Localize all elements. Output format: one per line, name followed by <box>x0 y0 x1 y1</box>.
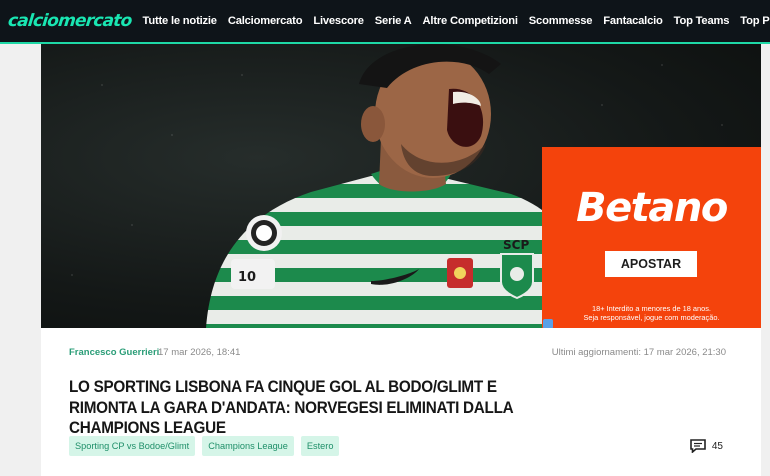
site-logo[interactable]: calciomercato <box>7 11 133 31</box>
ad-disclaimer-line-1: 18+ Interdito a menores de 18 anos. <box>592 304 711 313</box>
comment-count: 45 <box>711 440 723 452</box>
article-updated: Ultimi aggiornamenti: 17 mar 2026, 21:30 <box>551 347 726 358</box>
nav-item-scommesse[interactable]: Scommesse <box>529 15 593 27</box>
nav-item-tutte-le-notizie[interactable]: Tutte le notizie <box>143 15 217 27</box>
comments-link[interactable]: 45 <box>690 439 723 453</box>
sleeve-number: 10 <box>238 270 256 285</box>
nav-item-fantacalcio[interactable]: Fantacalcio <box>603 15 663 27</box>
main-nav: Tutte le notizie Calciomercato Livescore… <box>143 15 770 27</box>
tag-champions-league[interactable]: Champions League <box>202 436 294 456</box>
betano-ad[interactable]: Betano APOSTAR 18+ Interdito a menores d… <box>542 147 761 329</box>
nav-item-top-players[interactable]: Top Players <box>740 15 770 27</box>
comment-icon <box>690 439 706 453</box>
nav-item-serie-a[interactable]: Serie A <box>375 15 412 27</box>
nav-item-livescore[interactable]: Livescore <box>313 15 364 27</box>
article-tags: Sporting CP vs Bodoe/Glimt Champions Lea… <box>69 436 346 456</box>
article-date: 17 mar 2026, 18:41 <box>158 347 241 358</box>
tag-estero[interactable]: Estero <box>300 436 340 456</box>
top-navbar: calciomercato Tutte le notizie Calciomer… <box>0 0 770 44</box>
jersey-text: SCP <box>503 238 529 252</box>
nav-item-top-teams[interactable]: Top Teams <box>674 15 730 27</box>
nav-item-calciomercato[interactable]: Calciomercato <box>228 15 303 27</box>
apostar-button[interactable]: APOSTAR <box>605 251 697 277</box>
article-card: Francesco Guerrieri 17 mar 2026, 18:41 U… <box>41 328 761 476</box>
article-title: Lo Sporting Lisbona fa cinque gol al Bod… <box>69 377 513 437</box>
article-author[interactable]: Francesco Guerrieri <box>69 347 159 358</box>
nav-item-altre-competizioni[interactable]: Altre Competizioni <box>423 15 518 27</box>
betano-logo: Betano <box>576 185 728 231</box>
tag-sporting-cp-vs-bodoe-glimt[interactable]: Sporting CP vs Bodoe/Glimt <box>69 436 196 456</box>
ad-disclaimer-line-2: Seja responsável, jogue com moderação. <box>583 313 720 322</box>
ad-disclaimer: 18+ Interdito a menores de 18 anos. Seja… <box>542 304 761 322</box>
